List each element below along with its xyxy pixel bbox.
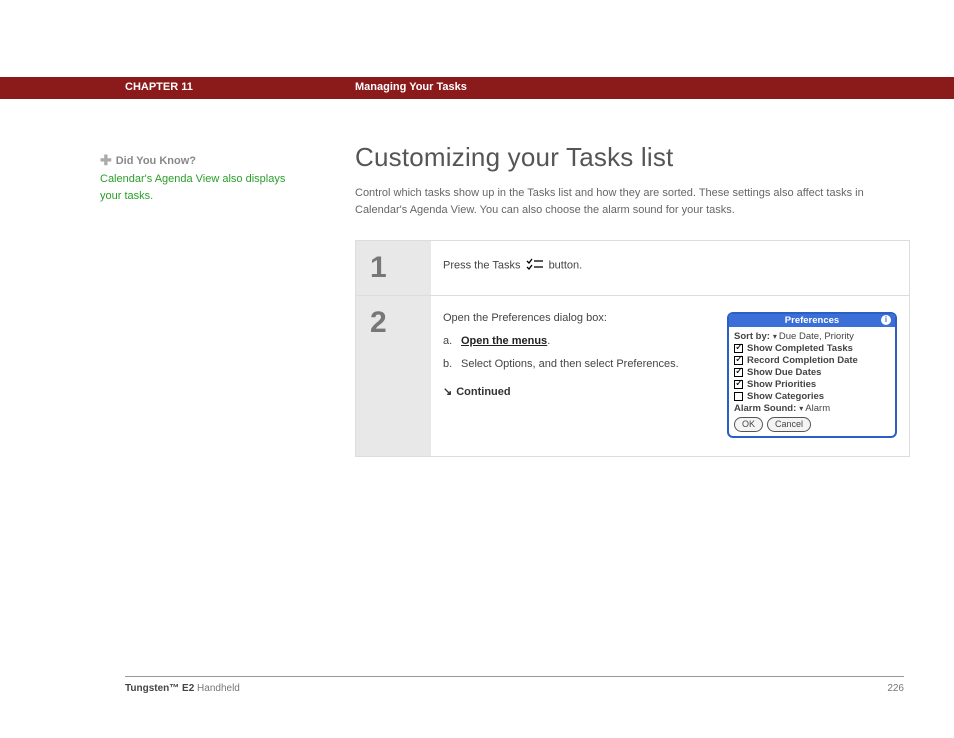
- page-title: Customizing your Tasks list: [355, 142, 910, 173]
- product-rest: Handheld: [194, 683, 240, 694]
- plus-icon: ✚: [100, 152, 112, 169]
- dialog-titlebar: Preferences i: [729, 314, 895, 327]
- dropdown-icon[interactable]: [770, 331, 779, 342]
- sort-by-label: Sort by:: [734, 331, 770, 342]
- continued-text: Continued: [456, 386, 510, 398]
- checkbox-row[interactable]: Show Priorities: [734, 379, 890, 390]
- checkbox-icon[interactable]: [734, 356, 743, 365]
- alarm-label: Alarm Sound:: [734, 403, 796, 414]
- checkbox-label: Record Completion Date: [747, 355, 858, 366]
- step-text: Open the Preferences dialog box: a. Open…: [443, 312, 711, 398]
- checkbox-icon[interactable]: [734, 380, 743, 389]
- checkbox-row[interactable]: Show Completed Tasks: [734, 343, 890, 354]
- step1-text-before: Press the Tasks: [443, 259, 524, 271]
- dialog-title-text: Preferences: [785, 315, 839, 326]
- cancel-button[interactable]: Cancel: [767, 417, 811, 432]
- sub-text: Open the menus.: [461, 334, 550, 349]
- checkbox-row[interactable]: Show Categories: [734, 391, 890, 402]
- dialog-buttons: OK Cancel: [734, 417, 890, 432]
- intro-paragraph: Control which tasks show up in the Tasks…: [355, 185, 910, 218]
- product-bold: Tungsten™ E2: [125, 683, 194, 694]
- did-you-know-callout: ✚ Did You Know? Calendar's Agenda View al…: [100, 152, 300, 204]
- step-row: 1 Press the Tasks button.: [356, 241, 909, 296]
- step-body: Press the Tasks button.: [431, 241, 909, 295]
- dropdown-icon[interactable]: [796, 403, 805, 414]
- page-number: 226: [887, 683, 904, 694]
- main-content: Customizing your Tasks list Control whic…: [355, 142, 910, 457]
- did-you-know-text: Calendar's Agenda View also displays you…: [100, 171, 300, 204]
- did-you-know-heading-text: Did You Know?: [116, 155, 196, 167]
- ok-button[interactable]: OK: [734, 417, 763, 432]
- step2-intro: Open the Preferences dialog box:: [443, 312, 711, 324]
- info-icon[interactable]: i: [881, 315, 891, 325]
- sub-letter: b.: [443, 357, 461, 372]
- step-number: 1: [370, 251, 417, 285]
- sort-by-value[interactable]: Due Date, Priority: [779, 331, 854, 342]
- section-label: Managing Your Tasks: [355, 81, 467, 93]
- step-number-cell: 1: [356, 241, 431, 295]
- sub-text: Select Options, and then select Preferen…: [461, 357, 679, 372]
- step-body: Open the Preferences dialog box: a. Open…: [431, 296, 909, 456]
- step-number: 2: [370, 306, 417, 340]
- sub-steps-list: a. Open the menus. b. Select Options, an…: [443, 334, 711, 373]
- step1-text-after: button.: [549, 259, 583, 271]
- did-you-know-heading: ✚ Did You Know?: [100, 152, 300, 169]
- step-text: Press the Tasks button.: [443, 257, 897, 274]
- step-number-cell: 2: [356, 296, 431, 456]
- chapter-header: CHAPTER 11 Managing Your Tasks: [0, 77, 954, 99]
- continued-label: ↘ Continued: [443, 385, 711, 398]
- preferences-dialog: Preferences i Sort by: Due Date, Priorit…: [727, 312, 897, 438]
- chapter-label: CHAPTER 11: [125, 81, 193, 93]
- sort-by-row: Sort by: Due Date, Priority: [734, 331, 890, 342]
- continue-arrow-icon: ↘: [443, 385, 452, 398]
- alarm-value[interactable]: Alarm: [805, 403, 830, 414]
- sub-letter: a.: [443, 334, 461, 349]
- product-name: Tungsten™ E2 Handheld: [125, 683, 240, 694]
- page-footer: Tungsten™ E2 Handheld 226: [125, 676, 904, 694]
- dialog-body: Sort by: Due Date, Priority Show Complet…: [729, 327, 895, 436]
- open-menus-link[interactable]: Open the menus: [461, 335, 547, 347]
- checkbox-label: Show Due Dates: [747, 367, 821, 378]
- checkbox-label: Show Priorities: [747, 379, 816, 390]
- checkbox-label: Show Categories: [747, 391, 824, 402]
- checkbox-icon[interactable]: [734, 344, 743, 353]
- step-row: 2 Open the Preferences dialog box: a. Op…: [356, 296, 909, 456]
- tasks-button-icon: [526, 257, 544, 274]
- list-item: a. Open the menus.: [443, 334, 711, 349]
- checkbox-icon[interactable]: [734, 392, 743, 401]
- alarm-sound-row: Alarm Sound: Alarm: [734, 403, 890, 414]
- checkbox-icon[interactable]: [734, 368, 743, 377]
- checkbox-label: Show Completed Tasks: [747, 343, 853, 354]
- list-item: b. Select Options, and then select Prefe…: [443, 357, 711, 372]
- checkbox-row[interactable]: Record Completion Date: [734, 355, 890, 366]
- steps-table: 1 Press the Tasks button.: [355, 240, 910, 457]
- checkbox-row[interactable]: Show Due Dates: [734, 367, 890, 378]
